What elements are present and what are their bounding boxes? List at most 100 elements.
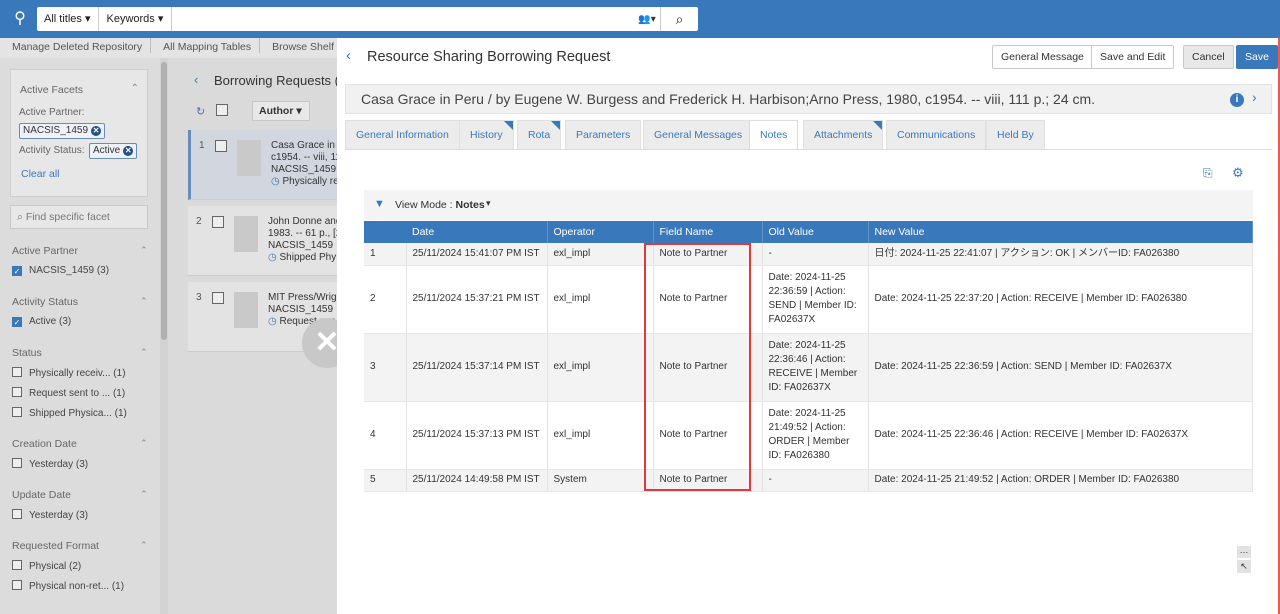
resize-arrow-icon[interactable]: ↖ [1237, 560, 1251, 573]
row-checkbox[interactable] [212, 216, 224, 228]
more-options-icon[interactable]: … [1237, 546, 1251, 558]
save-and-edit-button[interactable]: Save and Edit [1091, 45, 1175, 69]
tab-rota[interactable]: Rota [517, 120, 562, 149]
checkbox-icon[interactable] [12, 407, 22, 417]
list-item[interactable]: 1 Casa Grace in P c1954. -- viii, 11 NAC… [188, 130, 340, 200]
facet-group-title[interactable]: Activity Status ⌃ [12, 296, 148, 308]
facet-item[interactable]: Physical (2) [12, 560, 81, 572]
facet-group-title[interactable]: Status ⌃ [12, 347, 148, 359]
filter-icon[interactable]: ▼ [374, 198, 385, 210]
facet-group-title[interactable]: Active Partner ⌃ [12, 245, 148, 257]
back-chevron-icon[interactable]: ‹ [194, 72, 198, 87]
subnav-manage-deleted[interactable]: Manage Deleted Repository [0, 38, 152, 53]
facet-item[interactable]: Physical non-ret... (1) [12, 580, 124, 592]
facet-group-title[interactable]: Creation Date ⌃ [12, 438, 148, 450]
checkbox-checked-icon[interactable]: ✓ [12, 317, 22, 327]
column-header-old-value[interactable]: Old Value [762, 221, 869, 243]
table-row[interactable]: 1 25/11/2024 15:41:07 PM IST exl_impl No… [364, 243, 1253, 266]
activity-status-chip[interactable]: Active ✕ [89, 143, 138, 159]
search-scope-select[interactable]: All titles ▾ [37, 7, 100, 31]
active-facets-box: Active Facets ⌃ Active Partner: NACSIS_1… [10, 69, 148, 197]
chevron-down-icon[interactable]: ▾ [486, 198, 491, 209]
alma-logo-icon[interactable]: ⚲ [9, 9, 31, 29]
clear-all-link[interactable]: Clear all [21, 168, 60, 180]
activity-status-label: Activity Status: [19, 145, 85, 156]
row-checkbox[interactable] [212, 292, 224, 304]
facet-item[interactable]: Request sent to ... (1) [12, 387, 125, 399]
chevron-up-icon[interactable]: ⌃ [140, 489, 148, 500]
chevron-up-icon[interactable]: ⌃ [131, 83, 139, 94]
view-mode-bar: ▼ View Mode : Notes ▾ [364, 190, 1253, 220]
column-header-new-value[interactable]: New Value [868, 221, 1253, 243]
gear-icon[interactable]: ⚙ [1232, 165, 1244, 181]
tab-held-by[interactable]: Held By [986, 120, 1045, 149]
checkbox-icon[interactable] [12, 458, 22, 468]
checkbox-icon[interactable] [12, 387, 22, 397]
tab-parameters[interactable]: Parameters [565, 120, 642, 149]
checkbox-icon[interactable] [12, 580, 22, 590]
chevron-up-icon[interactable]: ⌃ [140, 347, 148, 358]
column-header-operator[interactable]: Operator [547, 221, 654, 243]
list-item[interactable]: 2 John Donne and 1983. -- 61 p., [2 NACS… [188, 206, 340, 276]
search-field-select[interactable]: Keywords ▾ [99, 7, 173, 31]
row-checkbox[interactable] [215, 140, 227, 152]
chevron-up-icon[interactable]: ⌃ [140, 438, 148, 449]
table-header-row: Date Operator Field Name Old Value New V… [364, 221, 1253, 243]
checkbox-icon[interactable] [12, 560, 22, 570]
clock-icon: ◷ [268, 316, 277, 327]
remove-icon[interactable]: ✕ [91, 126, 102, 136]
save-button[interactable]: Save [1236, 45, 1278, 69]
active-partner-chip[interactable]: NACSIS_1459 ✕ [19, 123, 106, 139]
search-bar: All titles ▾ Keywords ▾ 👥▾ ⌕ [37, 7, 698, 31]
table-row[interactable]: 5 25/11/2024 14:49:58 PM IST System Note… [364, 469, 1253, 492]
page-title: Resource Sharing Borrowing Request [367, 49, 611, 65]
view-mode-select[interactable]: View Mode : Notes [395, 199, 485, 211]
back-chevron-icon[interactable]: ‹ [346, 47, 351, 64]
record-title-bar: Casa Grace in Peru / by Eugene W. Burges… [345, 84, 1272, 114]
chevron-up-icon[interactable]: ⌃ [140, 296, 148, 307]
facet-group-title[interactable]: Update Date ⌃ [12, 489, 148, 501]
table-row[interactable]: 3 25/11/2024 15:37:14 PM IST exl_impl No… [364, 333, 1253, 402]
tab-notes[interactable]: Notes [749, 120, 799, 149]
facet-group-title[interactable]: Requested Format ⌃ [12, 540, 148, 552]
facet-item[interactable]: Shipped Physica... (1) [12, 407, 127, 419]
cancel-button[interactable]: Cancel [1183, 45, 1234, 69]
tab-general-information[interactable]: General Information [345, 120, 460, 149]
checkbox-icon[interactable] [12, 509, 22, 519]
facet-item[interactable]: ✓ Active (3) [12, 316, 71, 327]
clock-icon: ◷ [268, 252, 277, 263]
chevron-right-icon[interactable]: › [1252, 89, 1257, 105]
general-message-button[interactable]: General Message [992, 45, 1093, 69]
column-header-field-name[interactable]: Field Name [653, 221, 763, 243]
facet-item[interactable]: ✓ NACSIS_1459 (3) [12, 265, 109, 276]
flag-corner-icon [873, 121, 883, 130]
table-row[interactable]: 2 25/11/2024 15:37:21 PM IST exl_impl No… [364, 265, 1253, 334]
checkbox-checked-icon[interactable]: ✓ [12, 266, 22, 276]
select-all-checkbox[interactable] [216, 104, 228, 116]
export-icon[interactable]: ⎘ [1203, 166, 1213, 181]
record-title: Casa Grace in Peru / by Eugene W. Burges… [361, 91, 1096, 107]
checkbox-icon[interactable] [12, 367, 22, 377]
subnav-browse-shelf[interactable]: Browse Shelf Listin [260, 38, 340, 53]
column-header-date[interactable]: Date [364, 221, 548, 243]
chevron-up-icon[interactable]: ⌃ [140, 540, 148, 551]
chevron-up-icon[interactable]: ⌃ [140, 245, 148, 256]
facet-item[interactable]: Physically receiv... (1) [12, 367, 126, 379]
facet-search-input[interactable]: ⌕ Find specific facet [10, 205, 148, 229]
tab-history[interactable]: History [459, 120, 514, 149]
facets-scrollbar-thumb[interactable] [161, 62, 167, 340]
remove-icon[interactable]: ✕ [123, 146, 134, 156]
facet-item[interactable]: Yesterday (3) [12, 509, 88, 521]
tab-communications[interactable]: Communications [886, 120, 987, 149]
search-icon[interactable]: ⌕ [660, 7, 698, 31]
tab-attachments[interactable]: Attachments [803, 120, 884, 149]
people-icon[interactable]: 👥▾ [634, 14, 660, 25]
refresh-icon[interactable]: ↻ [196, 105, 205, 118]
tab-general-messages[interactable]: General Messages [643, 120, 754, 149]
facet-item[interactable]: Yesterday (3) [12, 458, 88, 470]
subnav-mapping-tables[interactable]: All Mapping Tables [151, 38, 261, 53]
table-row[interactable]: 4 25/11/2024 15:37:13 PM IST exl_impl No… [364, 401, 1253, 470]
search-input[interactable] [172, 7, 634, 31]
info-icon[interactable]: i [1230, 93, 1244, 107]
sort-select[interactable]: Author ▾ [252, 101, 310, 121]
